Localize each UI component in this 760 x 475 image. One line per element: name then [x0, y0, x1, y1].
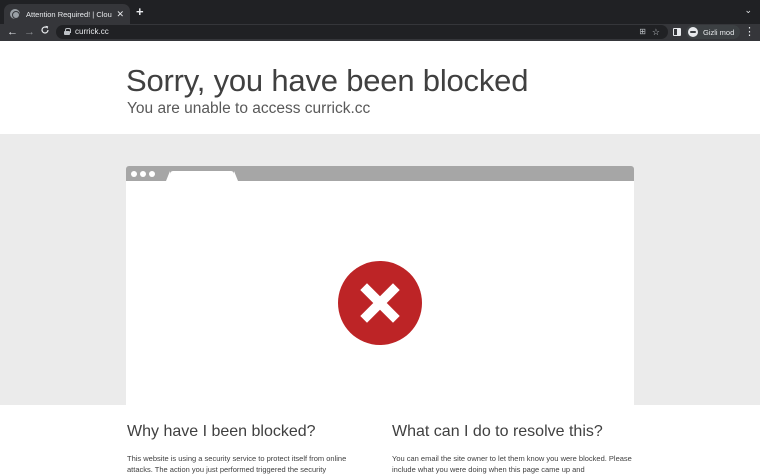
window-dot: [149, 171, 155, 177]
lock-icon[interactable]: [64, 28, 71, 35]
why-blocked-heading: Why have I been blocked?: [127, 423, 316, 440]
reload-button[interactable]: [40, 25, 50, 40]
profile-button[interactable]: Gizli mod: [686, 25, 741, 39]
illustration-tab: [166, 171, 238, 181]
address-bar[interactable]: currick.cc ⊞ ☆: [56, 25, 668, 39]
browser-toolbar: ← → currick.cc ⊞ ☆ Gizli mod ⋮: [0, 24, 760, 41]
info-section: Why have I been blocked? This website is…: [0, 405, 760, 475]
page-header: Sorry, you have been blocked You are una…: [0, 41, 760, 134]
window-dot: [140, 171, 146, 177]
profile-label: Gizli mod: [703, 27, 735, 37]
forward-button[interactable]: →: [24, 25, 35, 39]
bookmark-star-icon[interactable]: ☆: [652, 26, 660, 38]
resolve-heading: What can I do to resolve this?: [392, 423, 603, 440]
globe-icon: [10, 9, 20, 19]
menu-icon[interactable]: ⋮: [744, 25, 755, 39]
x-circle-icon: [338, 261, 422, 345]
window-dot: [131, 171, 137, 177]
close-tab-icon[interactable]: ✕: [116, 9, 124, 19]
translate-icon[interactable]: ⊞: [639, 26, 646, 38]
browser-illustration-bar: [126, 166, 634, 181]
tab-title: Attention Required! | Cloudflare: [26, 9, 112, 19]
side-panel-icon[interactable]: [673, 28, 681, 36]
why-blocked-column: Why have I been blocked? This website is…: [127, 423, 372, 475]
page-title: Sorry, you have been blocked: [126, 63, 529, 98]
url-text[interactable]: currick.cc: [75, 26, 109, 38]
back-button[interactable]: ←: [7, 25, 18, 39]
why-blocked-text: This website is using a security service…: [127, 454, 347, 474]
tab-strip: Attention Required! | Cloudflare ✕ + ⌄: [0, 0, 760, 24]
resolve-text: You can email the site owner to let them…: [392, 454, 632, 474]
active-tab[interactable]: Attention Required! | Cloudflare ✕: [4, 4, 130, 24]
new-tab-button[interactable]: +: [136, 5, 144, 19]
reload-icon: [41, 25, 49, 34]
page-subtitle: You are unable to access currick.cc: [127, 100, 371, 117]
resolve-column: What can I do to resolve this? You can e…: [392, 423, 637, 475]
incognito-icon: [688, 27, 698, 37]
tab-search-icon[interactable]: ⌄: [744, 5, 752, 16]
